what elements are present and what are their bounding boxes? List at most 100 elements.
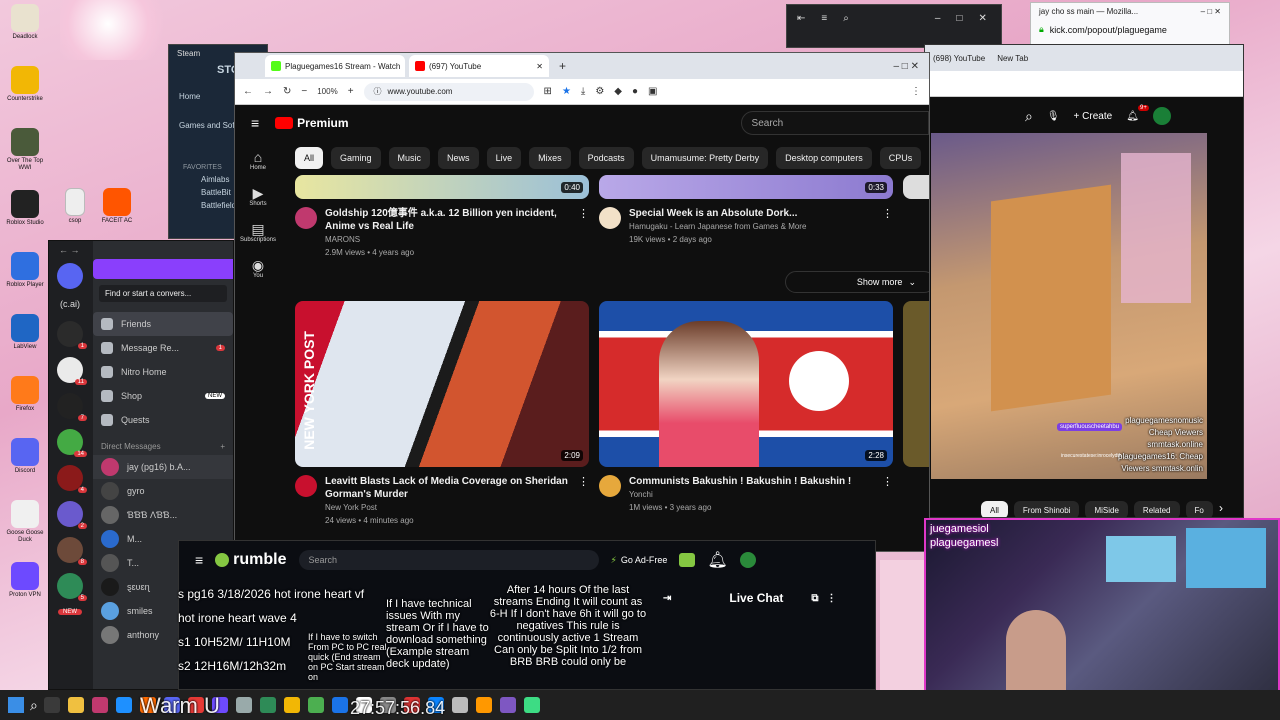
video-thumbnail[interactable]: 0:33 — [599, 175, 893, 199]
video-title[interactable]: Leavitt Blasts Lack of Media Coverage on… — [325, 475, 570, 501]
desktop-icon[interactable]: Proton VPN — [2, 562, 48, 599]
discord-nav-item[interactable]: Nitro Home — [93, 360, 233, 384]
filter-chip[interactable]: Desktop computers — [776, 147, 872, 169]
channel-avatar[interactable] — [295, 475, 317, 497]
filter-chip[interactable]: News — [438, 147, 479, 169]
back-icon[interactable]: ⇤ — [797, 13, 805, 24]
zoom-in-icon[interactable]: + — [348, 86, 354, 97]
dm-item[interactable]: jay (pg16) b.A... — [93, 455, 233, 479]
notifications-icon[interactable]: 🔔︎ — [707, 550, 727, 570]
search-input[interactable]: Search — [740, 111, 929, 135]
taskbar-app-icon[interactable] — [259, 697, 276, 713]
tab-youtube[interactable]: (697) YouTube ✕ — [409, 55, 549, 77]
tab-new-tab[interactable]: New Tab — [997, 54, 1028, 63]
download-icon[interactable]: ⤓ — [581, 86, 585, 97]
hamburger-menu-icon[interactable]: ≡ — [251, 115, 259, 131]
install-icon[interactable]: ⊞ — [544, 86, 552, 97]
youtube-window-secondary[interactable]: (698) YouTube New Tab ⌕ 🎙︎ + Create 🔔︎ 9+… — [924, 44, 1244, 518]
channel-name[interactable]: Yonchi — [629, 488, 851, 501]
create-button[interactable]: + Create — [1074, 111, 1113, 122]
search-icon[interactable]: ⌕ — [30, 697, 38, 714]
taskbar-app-icon[interactable] — [43, 697, 60, 713]
mic-icon[interactable]: 🎙︎ — [1047, 111, 1060, 122]
search-icon[interactable]: ⌕ — [843, 13, 849, 24]
video-thumbnail[interactable]: NEW YORK POST 2:09 — [295, 301, 589, 467]
taskbar-app-icon[interactable] — [499, 697, 516, 713]
desktop-icon[interactable]: Goose Goose Duck — [2, 500, 48, 544]
taskbar-app-icon[interactable] — [91, 697, 108, 713]
channel-avatar[interactable] — [599, 475, 621, 497]
taskbar-app-icon[interactable] — [67, 697, 84, 713]
go-ad-free-button[interactable]: ⚡︎ Go Ad-Free — [611, 555, 668, 566]
channel-name[interactable]: New York Post — [325, 501, 570, 514]
dm-item[interactable]: gyro — [93, 479, 233, 503]
rail-item[interactable]: ◉ You — [235, 257, 281, 279]
filter-chip[interactable]: CPUs — [879, 147, 922, 169]
tab-youtube[interactable]: (698) YouTube — [933, 54, 985, 63]
extension-icon[interactable]: ● — [632, 86, 638, 97]
close-icon[interactable]: ✕ — [978, 13, 986, 24]
reload-icon[interactable]: ↻ — [283, 86, 291, 97]
channel-avatar[interactable] — [599, 207, 621, 229]
search-input[interactable]: Search — [298, 550, 599, 570]
server-icon[interactable]: 4 — [57, 465, 87, 493]
desktop-icon[interactable]: LabView — [2, 314, 48, 351]
filter-chip[interactable]: All — [981, 501, 1008, 517]
video-title[interactable]: Communists Bakushin ! Bakushin ! Bakushi… — [629, 475, 851, 488]
filter-chip[interactable]: Fo — [1185, 501, 1213, 517]
window-controls[interactable]: – □ ✕ — [1201, 7, 1221, 16]
taskbar-app-icon[interactable] — [307, 697, 324, 713]
taskbar-app-icon[interactable] — [235, 697, 252, 713]
show-more-button[interactable]: Show more ⌄ — [785, 271, 929, 293]
chrome-main-window[interactable]: Plaguegames16 Stream - Watch✕ (697) YouT… — [234, 52, 930, 552]
server-label[interactable]: (c.ai) — [49, 299, 91, 309]
taskbar-app-icon[interactable] — [451, 697, 468, 713]
upload-icon[interactable] — [679, 553, 696, 567]
extension-icon[interactable]: ▣ — [648, 86, 657, 97]
rail-item[interactable]: ⌂ Home — [235, 149, 281, 171]
menu-icon[interactable]: ⋮ — [911, 86, 921, 97]
channel-avatar[interactable] — [295, 207, 317, 229]
video-card[interactable]: 2:28 Communists Bakushin ! Bakushin ! Ba… — [599, 301, 893, 514]
discord-nav-item[interactable]: Quests — [93, 408, 233, 432]
desktop-icon[interactable]: Counterstrike — [2, 66, 48, 103]
video-card[interactable]: 0:33 Special Week is an Absolute Dork...… — [599, 175, 893, 246]
discord-home-icon[interactable] — [57, 263, 83, 289]
filter-chip[interactable]: MiSide — [1085, 501, 1128, 517]
desktop-icon-faceit[interactable]: FACEIT AC — [94, 188, 140, 225]
chevron-right-icon[interactable]: › — [1219, 501, 1223, 515]
more-options-icon[interactable]: ⋮ — [578, 475, 589, 527]
server-icon[interactable]: 8 — [57, 537, 87, 565]
site-info-icon[interactable]: ⓘ — [374, 86, 382, 97]
taskbar-app-icon[interactable] — [115, 697, 132, 713]
filter-chip[interactable]: Related — [1133, 501, 1180, 517]
notifications-icon[interactable]: 🔔︎ 9+ — [1126, 104, 1149, 122]
discord-nav-item[interactable]: Message Re... 1 — [93, 336, 233, 360]
partial-video-card[interactable] — [903, 175, 929, 199]
add-dm-icon[interactable]: + — [220, 442, 225, 451]
server-icon[interactable]: 2 — [57, 501, 87, 529]
taskbar-app-icon[interactable] — [283, 697, 300, 713]
filter-chip[interactable]: Umamusume: Pretty Derby — [641, 147, 769, 169]
video-title[interactable]: Special Week is an Absolute Dork... — [629, 207, 806, 220]
small-browser-window[interactable]: ⇤ ≡ ⌕ – □ ✕ — [786, 4, 1002, 48]
discord-nav-item[interactable]: Friends — [93, 312, 233, 336]
desktop-icon[interactable]: Deadlock — [2, 4, 48, 41]
back-icon[interactable]: ← — [243, 86, 253, 97]
address-bar[interactable]: kick.com/popout/plaguegame — [1050, 25, 1167, 35]
filter-chip[interactable]: Mixes — [529, 147, 571, 169]
server-icon[interactable]: 7 — [57, 393, 87, 421]
forward-icon[interactable]: → — [263, 86, 273, 97]
youtube-logo[interactable]: Premium — [275, 116, 349, 130]
kick-popout-window[interactable]: jay cho ss main — Mozilla... – □ ✕ 🔒︎ ki… — [1030, 2, 1230, 46]
close-tab-icon[interactable]: ✕ — [404, 62, 405, 71]
start-icon[interactable] — [8, 697, 24, 713]
channel-name[interactable]: Hamugaku - Learn Japanese from Games & M… — [629, 220, 806, 233]
filter-chip[interactable]: Live — [486, 147, 522, 169]
extension-icon[interactable]: ◆ — [614, 86, 622, 97]
desktop-icon[interactable]: Roblox Studio — [2, 190, 48, 227]
nitro-banner[interactable] — [93, 259, 233, 279]
server-icon[interactable]: 1 — [57, 321, 87, 349]
dm-search-input[interactable]: Find or start a convers... — [99, 285, 227, 302]
new-tab-button[interactable]: + — [559, 59, 566, 73]
